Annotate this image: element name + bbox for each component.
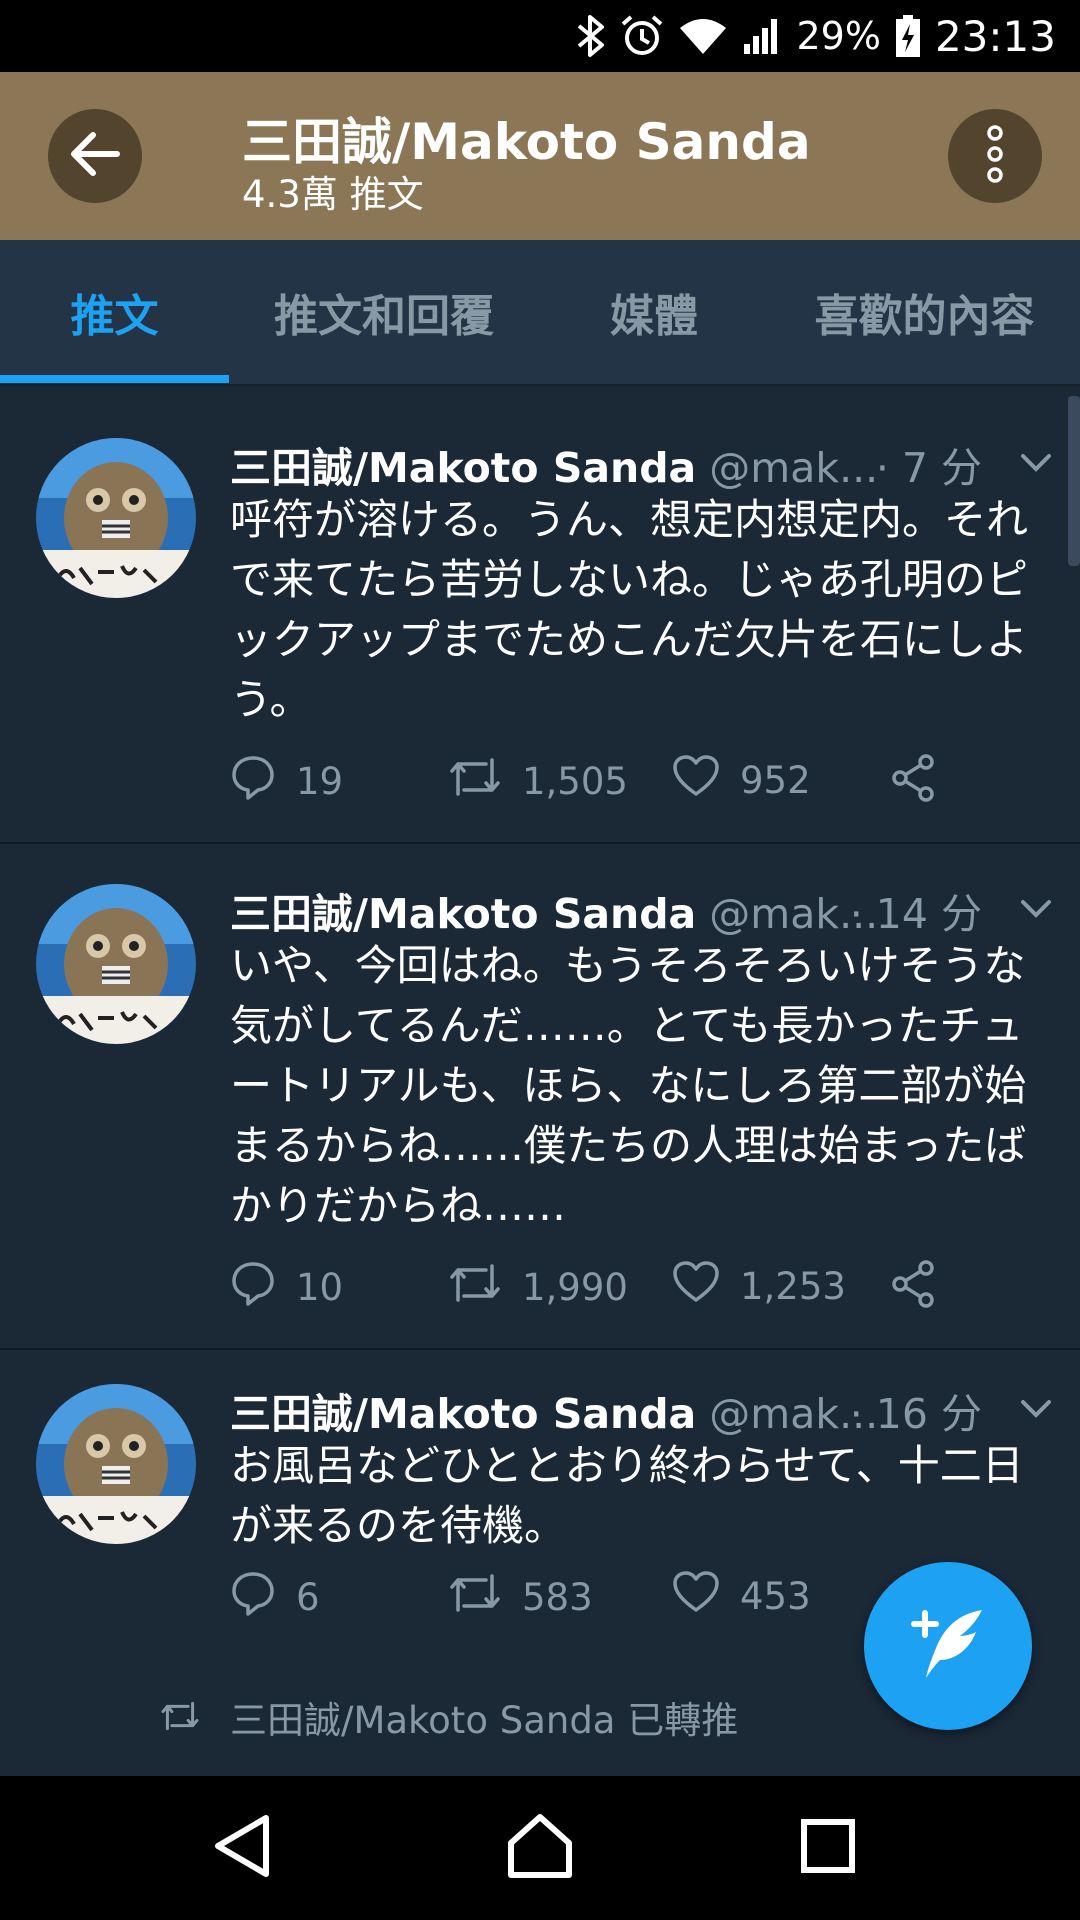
tweet-count: 4.3萬 推文 xyxy=(242,173,424,216)
tweet-timestamp: · 14 分 xyxy=(849,890,982,938)
tweet-item[interactable]: 三田誠/Makoto Sanda @mak... · 14 分 いや、今回はね。… xyxy=(0,842,1080,1350)
reply-count: 19 xyxy=(296,760,344,803)
tweet-author-name[interactable]: 三田誠/Makoto Sanda xyxy=(230,444,696,492)
square-recents-icon xyxy=(800,1818,856,1878)
battery-text: 29% xyxy=(796,14,881,58)
tweet-text: いや、今回はね。もうそろそろいけそうな気がしてるんだ……。とても長かったチュート… xyxy=(230,941,1027,1230)
reply-icon xyxy=(230,1570,276,1625)
active-tab-indicator xyxy=(0,375,229,383)
tweet-text: 呼符が溶ける。うん、想定内想定内。それで来てたら苦労しないね。じゃあ孔明のピック… xyxy=(230,495,1029,724)
triangle-back-icon xyxy=(212,1814,272,1882)
tweet-actions: 19 1,505 952 xyxy=(230,754,1050,814)
retweet-count: 1,990 xyxy=(522,1266,628,1309)
battery-charging-icon xyxy=(895,14,921,58)
reply-button[interactable]: 10 xyxy=(230,1260,343,1315)
heart-icon xyxy=(672,1260,720,1313)
retweet-icon xyxy=(160,1698,200,1738)
reply-count: 10 xyxy=(296,1266,344,1309)
tweet-text: お風呂などひととおり終わらせて、十二日が来るのを待機。 xyxy=(230,1441,1024,1550)
heart-icon xyxy=(672,1570,720,1623)
arrow-left-icon xyxy=(69,131,121,181)
chevron-down-icon[interactable] xyxy=(1020,1386,1052,1434)
reply-button[interactable]: 6 xyxy=(230,1570,320,1625)
wifi-icon xyxy=(678,16,728,56)
retweet-count: 1,505 xyxy=(522,760,628,803)
tweet-author-handle: @mak... xyxy=(709,444,879,492)
compose-tweet-button[interactable] xyxy=(864,1562,1032,1730)
nav-recents-button[interactable] xyxy=(783,1803,873,1893)
share-icon xyxy=(890,754,938,811)
like-count: 453 xyxy=(740,1575,811,1618)
tweet-timestamp: · 7 分 xyxy=(875,444,982,492)
tweet-author-name[interactable]: 三田誠/Makoto Sanda xyxy=(230,1390,696,1438)
alarm-icon xyxy=(620,14,664,58)
share-button[interactable] xyxy=(890,1260,938,1317)
like-button[interactable]: 952 xyxy=(672,754,811,807)
cell-signal-icon xyxy=(742,16,782,56)
like-count: 1,253 xyxy=(740,1265,846,1308)
system-nav-bar xyxy=(0,1776,1080,1920)
more-options-button[interactable] xyxy=(948,109,1042,203)
retweet-icon xyxy=(448,1260,502,1315)
avatar[interactable] xyxy=(36,1384,196,1544)
tweet-timestamp: · 16 分 xyxy=(849,1390,982,1438)
avatar[interactable] xyxy=(36,884,196,1044)
tweet-author-name[interactable]: 三田誠/Makoto Sanda xyxy=(230,890,696,938)
nav-home-button[interactable] xyxy=(495,1803,585,1893)
share-icon xyxy=(890,1260,938,1317)
share-button[interactable] xyxy=(890,754,938,811)
clock-text: 23:13 xyxy=(934,11,1056,61)
like-button[interactable]: 1,253 xyxy=(672,1260,846,1313)
back-button[interactable] xyxy=(48,109,142,203)
nav-back-button[interactable] xyxy=(197,1803,287,1893)
scrollbar[interactable] xyxy=(1068,396,1080,566)
reply-button[interactable]: 19 xyxy=(230,754,343,809)
tab-likes[interactable]: 喜歡的內容 xyxy=(769,240,1080,384)
like-count: 952 xyxy=(740,759,811,802)
compose-feather-icon xyxy=(906,1602,990,1690)
retweeted-by-text: 三田誠/Makoto Sanda 已轉推 xyxy=(230,1699,739,1742)
more-vertical-icon xyxy=(984,124,1006,188)
tab-tweets-and-replies[interactable]: 推文和回覆 xyxy=(229,240,539,384)
retweet-button[interactable]: 1,505 xyxy=(448,754,628,809)
like-button[interactable]: 453 xyxy=(672,1570,811,1623)
tab-media[interactable]: 媒體 xyxy=(539,240,769,384)
reply-count: 6 xyxy=(296,1576,320,1619)
profile-header: 三田誠/Makoto Sanda 4.3萬 推文 xyxy=(0,72,1080,240)
retweet-count: 583 xyxy=(522,1576,593,1619)
tweet-actions: 10 1,990 1,253 xyxy=(230,1260,1050,1320)
chevron-down-icon[interactable] xyxy=(1020,886,1052,934)
retweet-icon xyxy=(448,754,502,809)
bluetooth-icon xyxy=(576,14,606,58)
heart-icon xyxy=(672,754,720,807)
profile-tabs: 推文 推文和回覆 媒體 喜歡的內容 xyxy=(0,240,1080,386)
reply-icon xyxy=(230,1260,276,1315)
home-icon xyxy=(507,1813,573,1883)
avatar[interactable] xyxy=(36,438,196,598)
status-bar: 29% 23:13 xyxy=(0,0,1080,72)
tab-tweets[interactable]: 推文 xyxy=(0,240,229,384)
retweet-button[interactable]: 1,990 xyxy=(448,1260,628,1315)
reply-icon xyxy=(230,754,276,809)
retweet-icon xyxy=(448,1570,502,1625)
chevron-down-icon[interactable] xyxy=(1020,440,1052,488)
retweet-button[interactable]: 583 xyxy=(448,1570,593,1625)
tweet-item[interactable]: 三田誠/Makoto Sanda @mak... · 7 分 呼符が溶ける。うん… xyxy=(0,396,1080,844)
